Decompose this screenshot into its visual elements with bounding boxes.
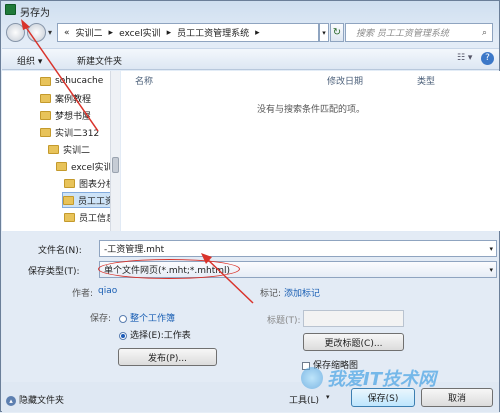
watermark-logo <box>301 367 323 389</box>
annotation-arrows <box>21 19 254 304</box>
watermark-text: 我爱IT技术网 <box>327 369 436 390</box>
arrow-to-file-type <box>204 256 254 304</box>
save-as-dialog: 另存为 ▾ « 实训二 ▸ excel实训 ▸ 员工工资管理系统 ▸ ▾ ↻ 搜… <box>0 0 500 412</box>
arrowhead <box>21 19 30 30</box>
watermark: 我爱IT技术网 <box>301 365 436 391</box>
arrow-to-title <box>22 22 99 132</box>
